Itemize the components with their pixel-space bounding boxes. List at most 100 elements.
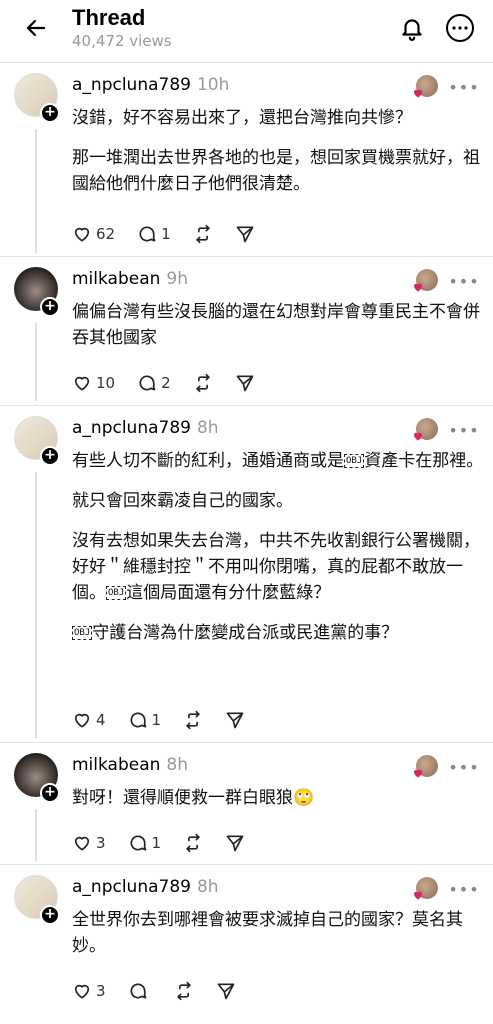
object-placeholder-glyph: OBJ: [72, 626, 93, 640]
reply-count: 1: [151, 711, 162, 729]
post-more-icon[interactable]: •••: [448, 758, 478, 777]
comment-icon: [130, 835, 146, 851]
post-paragraph: 那一堆潤出去世界各地的也是，想回家買機票就好，祖國給他們什麼日子他們很清楚。: [72, 148, 480, 194]
follow-plus-icon[interactable]: +: [40, 446, 60, 466]
post-actions: 10 2: [72, 371, 277, 395]
share-button[interactable]: [216, 981, 236, 1001]
follow-plus-icon[interactable]: +: [40, 783, 60, 803]
heart-badge-icon: [414, 283, 422, 292]
like-button[interactable]: 4: [72, 710, 106, 730]
back-button[interactable]: [20, 12, 52, 44]
like-button[interactable]: 62: [72, 224, 115, 244]
comment-icon: [139, 375, 156, 391]
comment-icon: [130, 983, 146, 999]
share-button[interactable]: [225, 710, 245, 730]
post-timestamp: 8h: [196, 877, 219, 897]
share-button[interactable]: [235, 373, 255, 393]
repost-button[interactable]: [183, 710, 203, 730]
follow-plus-icon[interactable]: +: [40, 905, 60, 925]
like-count: 3: [96, 982, 106, 1000]
like-button[interactable]: 10: [72, 373, 115, 393]
post-username[interactable]: milkabean 8h: [72, 755, 188, 775]
follow-plus-icon[interactable]: +: [40, 103, 60, 123]
reply-button[interactable]: 1: [137, 224, 171, 244]
heart-icon: [74, 713, 90, 728]
reply-count: 2: [161, 374, 171, 392]
post-timestamp: 9h: [166, 269, 189, 289]
bell-icon: [402, 19, 422, 41]
send-icon: [226, 835, 244, 852]
share-button[interactable]: [235, 224, 255, 244]
reply-button[interactable]: [128, 981, 152, 1001]
notifications-button[interactable]: [396, 12, 428, 44]
post-paragraph: 就只會回來霸凌自己的國家。: [72, 491, 293, 511]
post-paragraph: OBJ 守護台灣為什麼變成台派或民進黨的事？: [72, 623, 399, 643]
thread-post: + milkabean 9h ••• 偏偏台灣有些沒長腦的還在幻想對岸會尊重民主不…: [0, 257, 493, 407]
repost-button[interactable]: [193, 373, 213, 393]
post-paragraph: 沒錯，好不容易出來了，還把台灣推向共慘？: [72, 108, 412, 128]
heart-icon: [74, 227, 90, 242]
send-icon: [217, 983, 234, 1000]
repost-button[interactable]: [174, 981, 194, 1001]
thread-connector: [35, 129, 37, 253]
comment-icon: [130, 712, 146, 728]
reply-count: 1: [151, 834, 162, 852]
like-count: 10: [96, 374, 116, 392]
heart-badge-icon: [414, 769, 422, 778]
post-actions: 3 1: [72, 831, 267, 855]
thread-connector: [35, 323, 37, 401]
heart-icon: [74, 984, 90, 999]
post-content: 全世界你去到哪裡會被要求滅掉自己的國家？莫名其妙。: [72, 907, 484, 959]
comment-icon: [139, 226, 156, 242]
share-button[interactable]: [225, 833, 245, 853]
post-paragraph: 全世界你去到哪裡會被要求滅掉自己的國家？莫名其妙。: [72, 910, 463, 956]
post-content: 偏偏台灣有些沒長腦的還在幻想對岸會尊重民主不會併吞其他國家: [72, 299, 484, 351]
repost-button[interactable]: [183, 833, 203, 853]
view-count: 40,472 views: [72, 32, 172, 50]
heart-icon: [74, 376, 90, 391]
post-content: 沒錯，好不容易出來了，還把台灣推向共慘？ 那一堆潤出去世界各地的也是，想回家買機…: [72, 105, 484, 197]
reply-button[interactable]: 1: [128, 710, 162, 730]
thread-connector: [35, 472, 37, 738]
post-actions: 4 1: [72, 708, 267, 732]
post-username[interactable]: a_npcluna789 8h: [72, 877, 219, 897]
post-username[interactable]: milkabean 9h: [72, 269, 188, 289]
page-title: Thread: [72, 5, 146, 30]
more-horizontal-icon: [446, 14, 474, 42]
like-button[interactable]: 3: [72, 833, 106, 853]
follow-plus-icon[interactable]: +: [40, 297, 60, 317]
like-button[interactable]: 3: [72, 981, 106, 1001]
like-count: 4: [96, 711, 106, 729]
heart-icon: [74, 836, 90, 851]
heart-badge-icon: [414, 89, 422, 98]
object-placeholder-glyph: OBJ: [344, 454, 365, 468]
post-more-icon[interactable]: •••: [448, 272, 478, 291]
heart-badge-icon: [414, 891, 422, 900]
thread-post: + a_npcluna789 10h ••• 沒錯，好不容易出來了，還把台灣推向共…: [0, 63, 493, 259]
post-more-icon[interactable]: •••: [448, 880, 478, 899]
reply-count: 1: [161, 225, 171, 243]
send-icon: [226, 712, 244, 729]
post-username[interactable]: a_npcluna789 8h: [72, 418, 219, 438]
post-timestamp: 8h: [166, 755, 189, 775]
reply-button[interactable]: 2: [137, 373, 171, 393]
like-count: 3: [96, 834, 106, 852]
thread-post: + milkabean 8h ••• 對呀！還得順便救一群白眼狼🙄 3 1: [0, 743, 493, 867]
like-count: 62: [96, 225, 116, 243]
post-more-icon[interactable]: •••: [448, 78, 478, 97]
repost-icon: [176, 981, 191, 1001]
send-icon: [236, 375, 253, 392]
repost-icon: [186, 833, 200, 853]
arrow-left-icon: [26, 19, 46, 37]
object-placeholder-glyph: OBJ: [106, 586, 127, 600]
thread-connector: [35, 809, 37, 861]
heart-badge-icon: [414, 432, 422, 441]
repost-button[interactable]: [193, 224, 213, 244]
post-content: 對呀！還得順便救一群白眼狼🙄: [72, 785, 484, 811]
reply-button[interactable]: 1: [128, 833, 162, 853]
post-timestamp: 10h: [196, 75, 230, 95]
post-more-icon[interactable]: •••: [448, 421, 478, 440]
thread-post: + a_npcluna789 8h ••• 有些人切不斷的紅利，通婚通商或是 OBJ…: [0, 406, 493, 744]
more-options-button[interactable]: [444, 12, 476, 44]
post-username[interactable]: a_npcluna789 10h: [72, 75, 229, 95]
